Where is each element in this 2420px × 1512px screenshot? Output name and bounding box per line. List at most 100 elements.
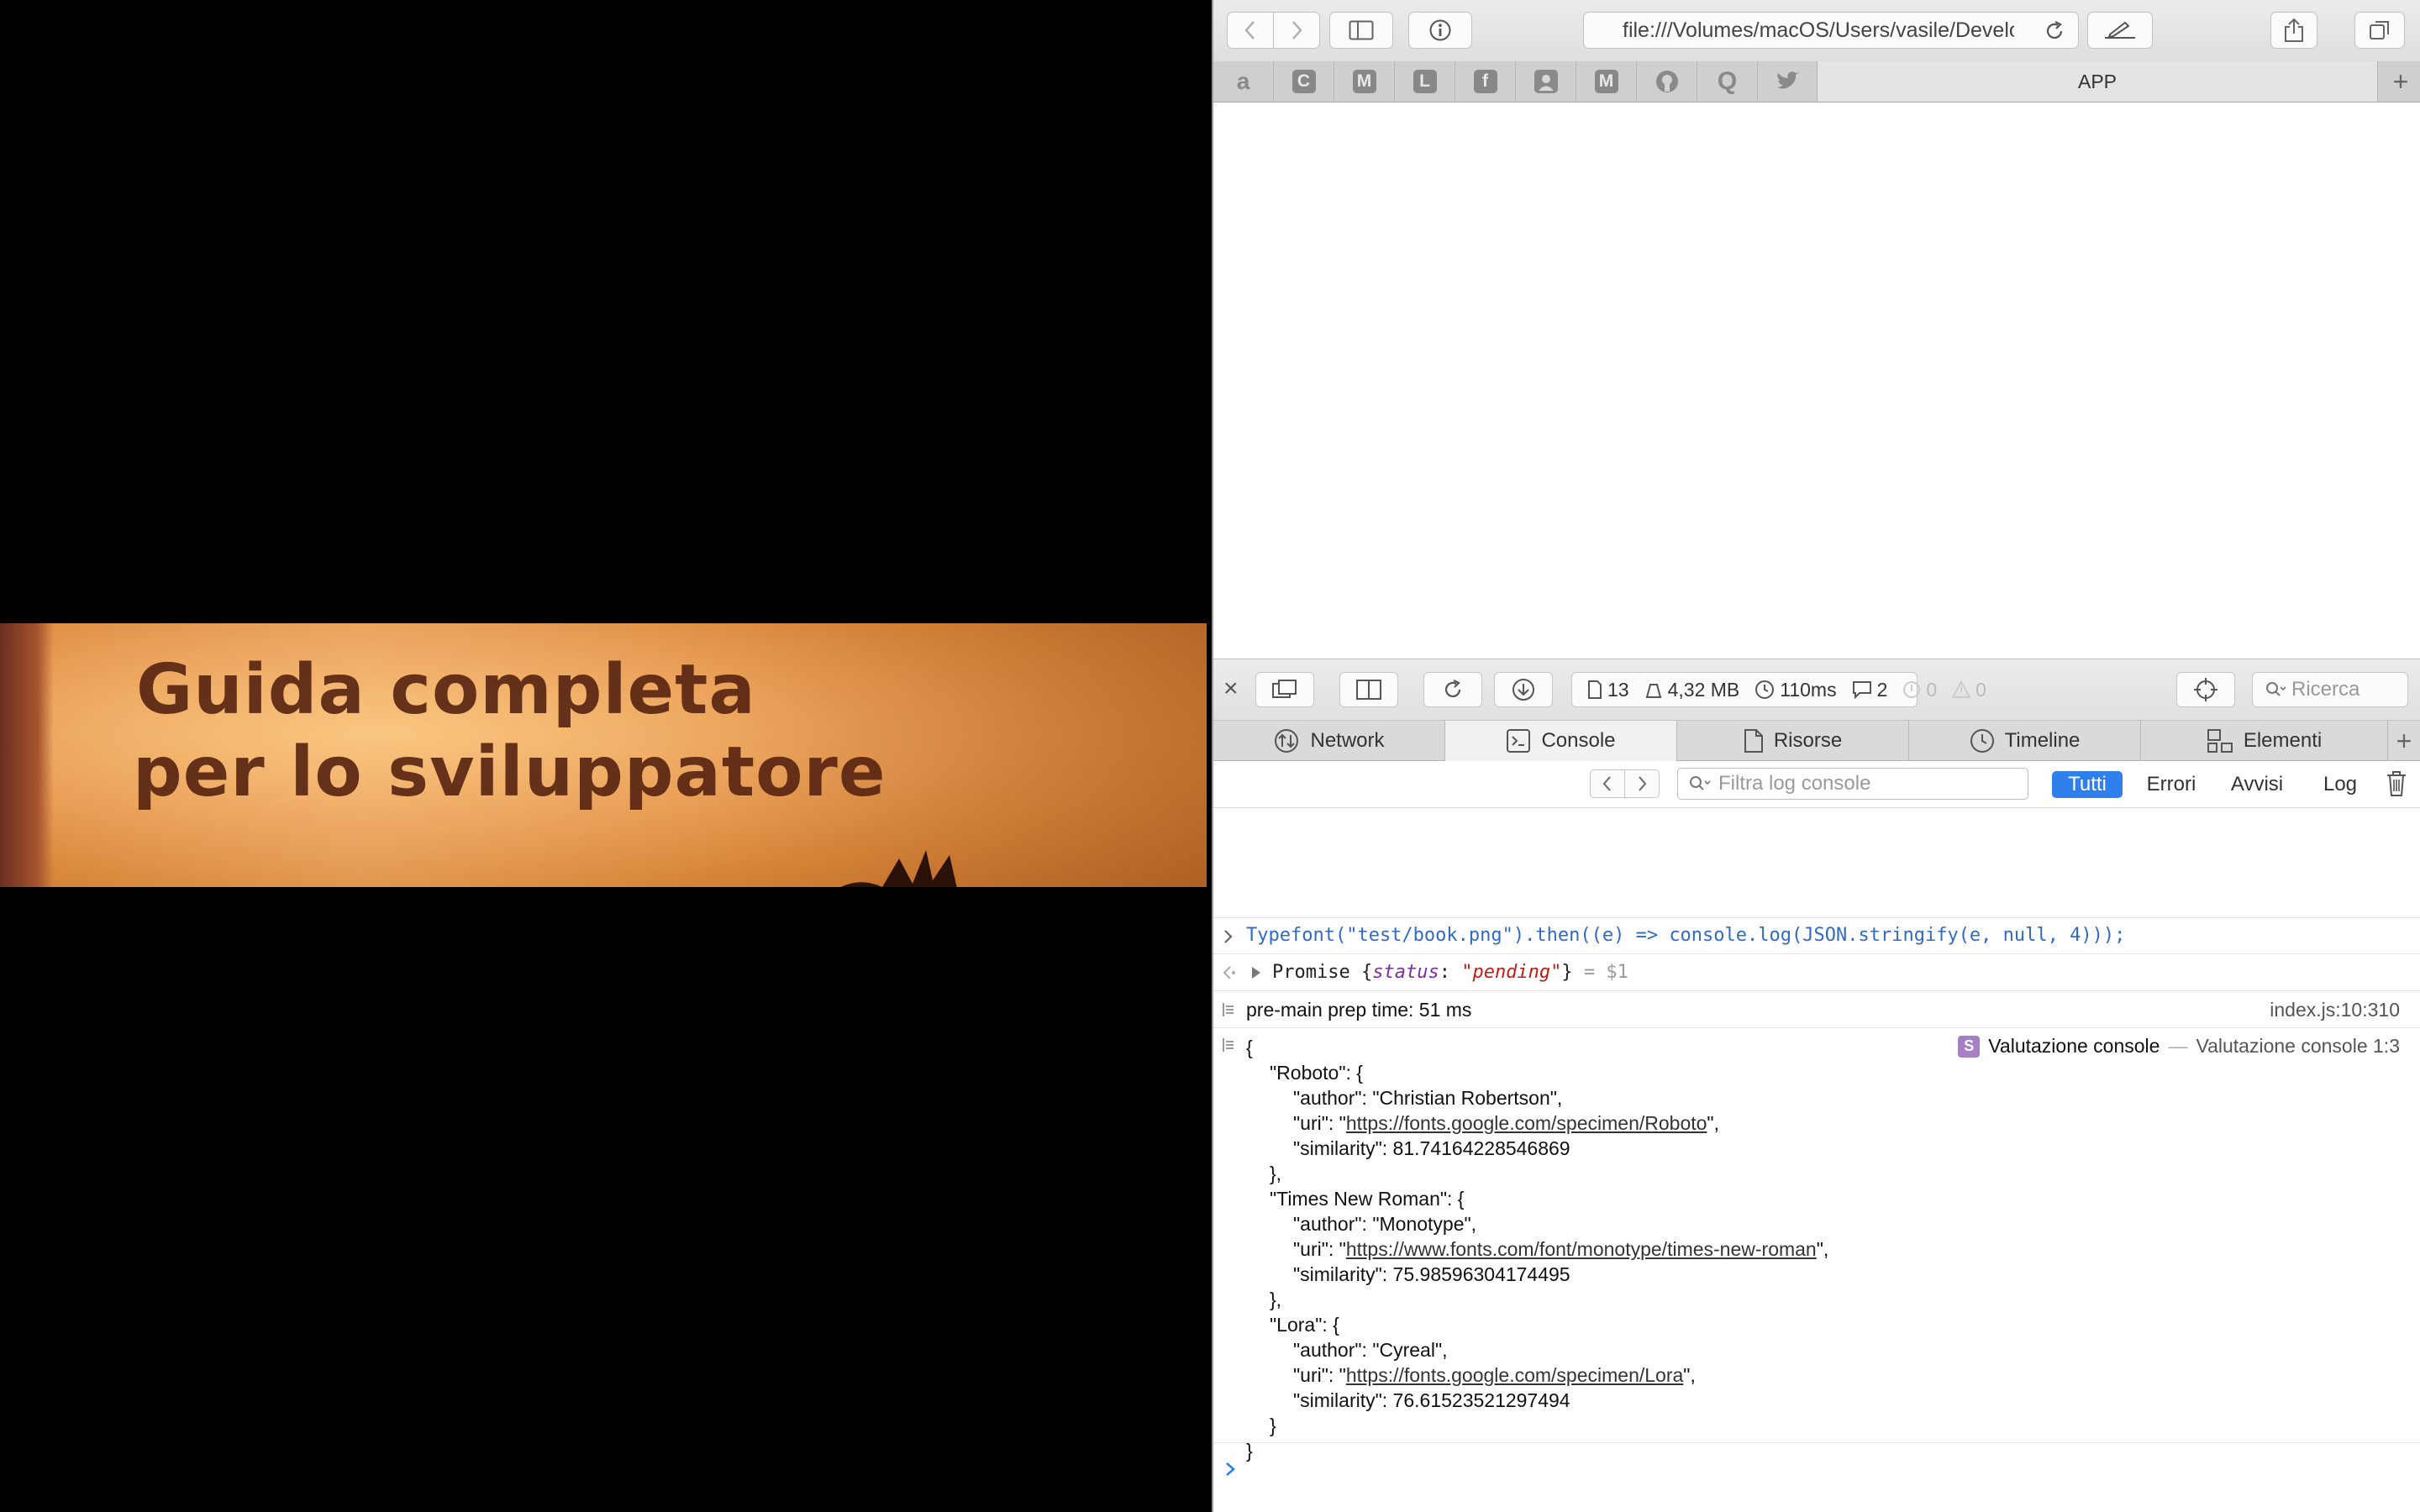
tab-console-label: Console — [1541, 729, 1616, 752]
favorite-m[interactable]: M — [1334, 61, 1395, 102]
console-output: Typefont("test/book.png").then((e) => co… — [1213, 808, 2420, 1512]
reload-page-button[interactable] — [1423, 672, 1482, 707]
tab-resources[interactable]: Risorse — [1677, 721, 1909, 761]
detach-button[interactable] — [1255, 672, 1314, 707]
sidebar-icon — [1349, 20, 1374, 40]
json-uri-end: ", — [1816, 1238, 1829, 1260]
log-lines-icon — [1223, 1038, 1234, 1052]
tab-timeline[interactable]: Timeline — [1909, 721, 2141, 761]
console-icon — [1507, 729, 1531, 753]
q-icon: Q — [1717, 67, 1738, 95]
json-line: "author": "Christian Robertson", — [1246, 1085, 1828, 1110]
console-filter-input[interactable] — [1717, 771, 2014, 796]
favorite-gmail[interactable]: M — [1576, 61, 1637, 102]
favorite-facebook[interactable]: f — [1455, 61, 1516, 102]
leaf-silhouette-icon — [840, 850, 957, 887]
json-author: "author": "Monotype", — [1293, 1213, 1477, 1235]
time-stat[interactable]: 110ms — [1754, 679, 1837, 701]
markup-button[interactable] — [2087, 12, 2153, 49]
tab-console[interactable]: Console — [1445, 721, 1677, 761]
inspect-element-button[interactable] — [2176, 672, 2235, 707]
chevron-left-icon — [1244, 21, 1255, 39]
inspector-toolbar: × 13 4,32 MB 110ms 2 0 0 Ricerca — [1213, 659, 2420, 721]
size-stat[interactable]: 4,32 MB — [1644, 679, 1739, 701]
errors-stat[interactable]: 0 — [1902, 679, 1937, 701]
json-uri-link[interactable]: https://www.fonts.com/font/monotype/time… — [1346, 1238, 1817, 1260]
tab-network[interactable]: Network — [1213, 721, 1445, 761]
json-uri-end: ", — [1707, 1112, 1719, 1134]
inspector-search[interactable]: Ricerca — [2252, 672, 2408, 707]
favorite-user[interactable] — [1516, 61, 1576, 102]
close-icon[interactable]: × — [1223, 676, 1239, 701]
reload-icon[interactable] — [2043, 19, 2066, 43]
chevron-right-icon — [1292, 21, 1302, 39]
tab-overview-button[interactable] — [2354, 12, 2405, 49]
history-forward-button[interactable] — [1624, 769, 1660, 798]
tab-elements[interactable]: Elementi — [2141, 721, 2388, 761]
warnings-stat[interactable]: 0 — [1952, 679, 1986, 701]
json-font-name: "Roboto": { — [1270, 1062, 1363, 1084]
favorite-github[interactable] — [1637, 61, 1697, 102]
log-lines-icon — [1223, 1003, 1234, 1016]
history-back-button[interactable] — [1590, 769, 1625, 798]
address-bar[interactable]: file:///Volumes/macOS/Users/vasile/Devel… — [1583, 12, 2079, 49]
json-uri-end: ", — [1683, 1364, 1696, 1386]
log-source-link[interactable]: index.js:10:310 — [2270, 999, 2400, 1021]
console-prompt[interactable] — [1213, 1450, 2420, 1500]
logs-stat[interactable]: 2 — [1852, 679, 1887, 701]
favorite-amazon[interactable]: a — [1213, 61, 1274, 102]
console-command-row: Typefont("test/book.png").then((e) => co… — [1213, 917, 2420, 954]
book-title-line-2: per lo sviluppatore — [133, 732, 886, 812]
tab-app[interactable]: APP — [1817, 61, 2378, 102]
json-uri-link[interactable]: https://fonts.google.com/specimen/Lora — [1346, 1364, 1683, 1386]
detach-window-icon — [1272, 680, 1297, 698]
search-icon — [2266, 682, 2286, 696]
photo-panel: Guida completa per lo sviluppatore — [0, 0, 1213, 1512]
browser-toolbar: file:///Volumes/macOS/Users/vasile/Devel… — [1213, 0, 2420, 62]
json-line: "uri": "https://fonts.google.com/specime… — [1246, 1362, 1828, 1388]
share-button[interactable] — [2270, 12, 2317, 49]
disclosure-triangle-icon[interactable] — [1250, 966, 1262, 979]
timeline-icon — [1970, 729, 1994, 753]
new-tab-button[interactable]: + — [2381, 61, 2420, 102]
add-tab-button[interactable]: + — [2388, 721, 2420, 761]
m-icon: M — [1352, 70, 1376, 93]
download-button[interactable] — [1494, 672, 1553, 707]
level-errors-button[interactable]: Errori — [2139, 771, 2203, 798]
favorite-l[interactable]: L — [1395, 61, 1455, 102]
console-filter-field[interactable] — [1677, 768, 2028, 800]
inspector-tabs: Network Console Risorse Timeline Element… — [1213, 721, 2420, 761]
favorite-twitter[interactable] — [1758, 61, 1818, 102]
json-uri-link[interactable]: https://fonts.google.com/specimen/Roboto — [1346, 1112, 1707, 1134]
favorite-q[interactable]: Q — [1697, 61, 1758, 102]
sidebar-toggle-button[interactable] — [1329, 12, 1393, 49]
json-line: "Roboto": { — [1246, 1060, 1828, 1085]
warnings-count: 0 — [1975, 678, 1986, 701]
json-line: }, — [1246, 1161, 1828, 1186]
forward-button[interactable] — [1273, 12, 1320, 49]
json-author: "author": "Christian Robertson", — [1293, 1087, 1563, 1109]
json-line: "similarity": 81.74164228546869 — [1246, 1136, 1828, 1161]
resources-stat[interactable]: 13 — [1587, 679, 1629, 701]
json-brace: } — [1270, 1415, 1276, 1436]
page-info-button[interactable] — [1408, 12, 1472, 49]
json-uri-key: "uri": " — [1293, 1112, 1346, 1134]
trash-icon[interactable] — [2385, 769, 2408, 798]
tab-network-label: Network — [1310, 729, 1385, 752]
promise-value: "pending" — [1461, 962, 1562, 983]
result-arrow-icon — [1223, 966, 1235, 979]
twitter-icon — [1776, 71, 1799, 89]
level-all-button[interactable]: Tutti — [2052, 771, 2123, 798]
dock-side-button[interactable] — [1339, 672, 1398, 707]
json-uri-key: "uri": " — [1293, 1238, 1346, 1260]
level-log-button[interactable]: Log — [2314, 771, 2366, 798]
favorite-c[interactable]: C — [1274, 61, 1334, 102]
json-line: "author": "Monotype", — [1246, 1211, 1828, 1236]
info-icon — [1429, 19, 1451, 41]
back-button[interactable] — [1227, 12, 1274, 49]
eval-source-link[interactable]: Valutazione console 1:3 — [2196, 1035, 2400, 1058]
book-title-line-1: Guida completa — [136, 650, 756, 730]
level-warnings-button[interactable]: Avvisi — [2225, 771, 2289, 798]
network-icon — [1275, 729, 1299, 753]
json-font-name: "Times New Roman": { — [1270, 1188, 1465, 1210]
